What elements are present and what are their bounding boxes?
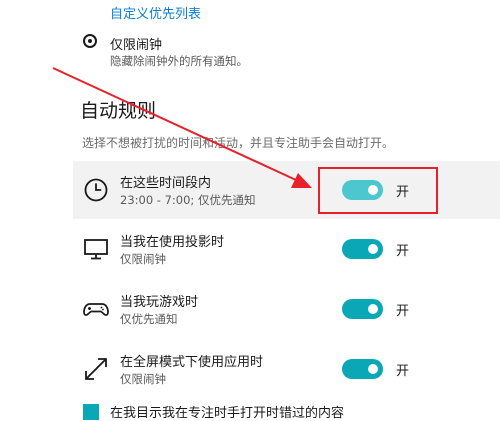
rule-projecting[interactable]: 当我在使用投影时 仅限闹钟 开 [73, 220, 500, 278]
monitor-icon [84, 239, 108, 260]
missed-notifications-checkbox[interactable] [83, 404, 99, 420]
rule-subtitle: 仅限闹钟 [120, 372, 166, 386]
rule-subtitle: 仅优先通知 [120, 312, 178, 326]
alarms-only-radio[interactable] [83, 34, 97, 48]
annotation-highlight-box [318, 167, 438, 214]
toggle-state-label: 开 [396, 304, 410, 319]
missed-notifications-label: 在我目示我在专注时手打开时错过的内容 [110, 406, 345, 421]
rule-subtitle: 仅限闹钟 [120, 252, 166, 266]
rule-toggle[interactable] [342, 239, 383, 259]
rule-title: 当我玩游戏时 [120, 295, 199, 310]
custom-priority-list-link[interactable]: 自定义优先列表 [110, 3, 201, 22]
auto-rules-description: 选择不想被打扰的时间和活动，并且专注助手会自动打开。 [82, 136, 395, 150]
rule-title: 在全屏模式下使用应用时 [120, 355, 264, 370]
rule-gaming[interactable]: 当我玩游戏时 仅优先通知 开 [73, 280, 500, 338]
rule-title: 在这些时间段内 [120, 176, 212, 191]
rule-title: 当我在使用投影时 [120, 235, 225, 250]
gamepad-icon [83, 303, 109, 316]
clock-icon [84, 178, 108, 202]
fullscreen-icon [85, 358, 107, 380]
rule-toggle[interactable] [342, 359, 383, 379]
toggle-state-label: 开 [396, 244, 410, 259]
auto-rules-heading: 自动规则 [80, 100, 157, 122]
alarms-only-label: 仅限闹钟 [110, 38, 163, 53]
toggle-state-label: 开 [396, 364, 410, 379]
rule-fullscreen-app[interactable]: 在全屏模式下使用应用时 仅限闹钟 开 [73, 340, 500, 398]
rule-subtitle: 23:00 - 7:00; 仅优先通知 [120, 193, 256, 207]
alarms-only-description: 隐藏除闹钟外的所有通知。 [110, 54, 248, 68]
rule-toggle[interactable] [342, 299, 383, 319]
